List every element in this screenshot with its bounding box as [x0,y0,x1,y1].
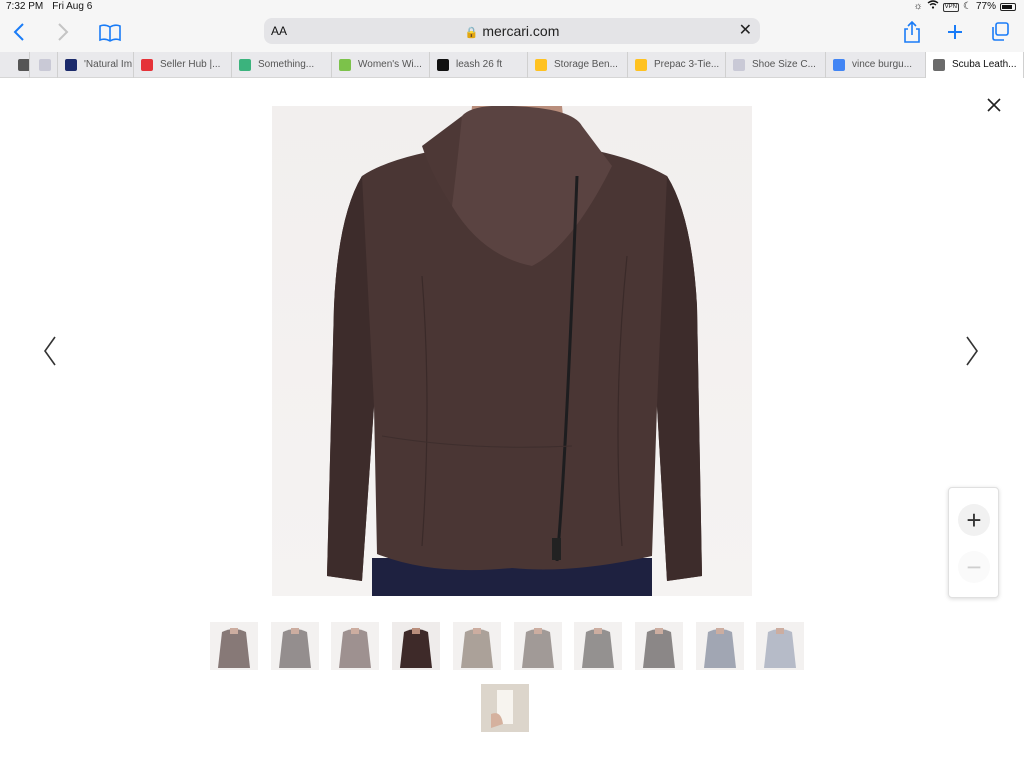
C-favicon-icon [733,59,745,71]
browser-tab-title: Women's Wi... [358,59,422,70]
browser-tab-title: 'Natural Im [84,59,133,70]
browser-tab[interactable]: Something... [232,52,332,78]
browser-tab-title: Shoe Size C... [752,59,816,70]
status-date: Fri Aug 6 [52,1,93,12]
browser-tab-title: Storage Ben... [554,59,618,70]
tab-bar: 'Natural Im Seller Hub |... Something... Wo… [0,52,1024,78]
NPT-favicon-icon [65,59,77,71]
thumbnail-image[interactable] [270,622,319,670]
G-favicon-icon [833,59,845,71]
image-viewer: + − [0,78,1024,768]
browser-tab-title: Something... [258,59,315,70]
next-image-button[interactable] [964,334,980,374]
status-time: 7:32 PM [6,1,44,12]
moon-icon: ☾ [963,1,972,12]
tabs-overview-icon[interactable] [990,20,1010,44]
browser-tab-title: vince burgu... [852,59,913,70]
browser-tab[interactable]: leash 26 ft [430,52,528,78]
thumbnail-image[interactable] [481,684,529,732]
browser-tab-title: Prepac 3-Tie... [654,59,720,70]
address-bar[interactable]: AA 🔒 mercari.com ✕ [264,18,760,44]
zoom-out-button[interactable]: − [958,551,990,583]
arrow-favicon-icon [18,59,29,71]
zoom-in-button[interactable]: + [958,504,990,536]
house-favicon-icon [239,59,251,71]
thumbnail-image[interactable] [392,622,441,670]
previous-image-button[interactable] [42,334,58,374]
thumbnail-image[interactable] [452,622,501,670]
url-text: mercari.com [482,23,560,39]
lock-icon: 🔒 [464,27,479,39]
browser-tab[interactable] [0,52,30,78]
product-main-image [272,106,752,596]
thumbnail-image[interactable] [695,622,744,670]
browser-tab[interactable]: Scuba Leath... [926,52,1024,78]
browser-tab[interactable]: 'Natural Im [58,52,134,78]
zoom-controls: + − [948,487,999,598]
thumbnail-image[interactable] [634,622,683,670]
walmart-favicon-icon [535,59,547,71]
browser-tab[interactable]: Shoe Size C... [726,52,826,78]
thumbnail-image[interactable] [574,622,623,670]
vpn-badge: VPN [942,2,960,12]
browser-tab[interactable]: Seller Hub |... [134,52,232,78]
B-favicon-icon [39,59,51,71]
browser-tab[interactable]: Prepac 3-Tie... [628,52,726,78]
browser-toolbar: AA 🔒 mercari.com ✕ [0,14,1024,52]
new-tab-button[interactable] [946,20,964,44]
w-favicon-icon [339,59,351,71]
close-icon[interactable]: ✕ [739,18,752,44]
back-button[interactable] [12,20,26,44]
battery-icon [1000,3,1016,11]
sun-icon: ☼ [913,1,923,12]
a-favicon-icon [437,59,449,71]
bookmarks-icon[interactable] [99,20,121,44]
thumbnail-image[interactable] [210,622,258,670]
close-viewer-button[interactable] [986,94,1002,118]
browser-tab-title: Scuba Leath... [952,59,1017,70]
wifi-icon [927,0,939,14]
browser-tab-title: leash 26 ft [456,59,503,70]
browser-tab[interactable]: vince burgu... [826,52,926,78]
battery-percent: 77% [975,1,996,12]
thumbnail-image[interactable] [331,622,380,670]
forward-button[interactable] [56,20,70,44]
url-display[interactable]: 🔒 mercari.com [264,18,760,46]
status-bar: 7:32 PM Fri Aug 6 ☼ VPN ☾ 77% [0,0,1024,14]
share-icon[interactable] [903,20,921,44]
browser-tab[interactable]: Women's Wi... [332,52,430,78]
x-favicon-icon [933,59,945,71]
thumbnail-image[interactable] [756,622,805,670]
thumbnail-image[interactable] [513,622,562,670]
ebay-favicon-icon [141,59,153,71]
browser-tab[interactable]: Storage Ben... [528,52,628,78]
walmart-favicon-icon [635,59,647,71]
browser-tab-title: Seller Hub |... [160,59,221,70]
browser-tab[interactable] [30,52,58,78]
